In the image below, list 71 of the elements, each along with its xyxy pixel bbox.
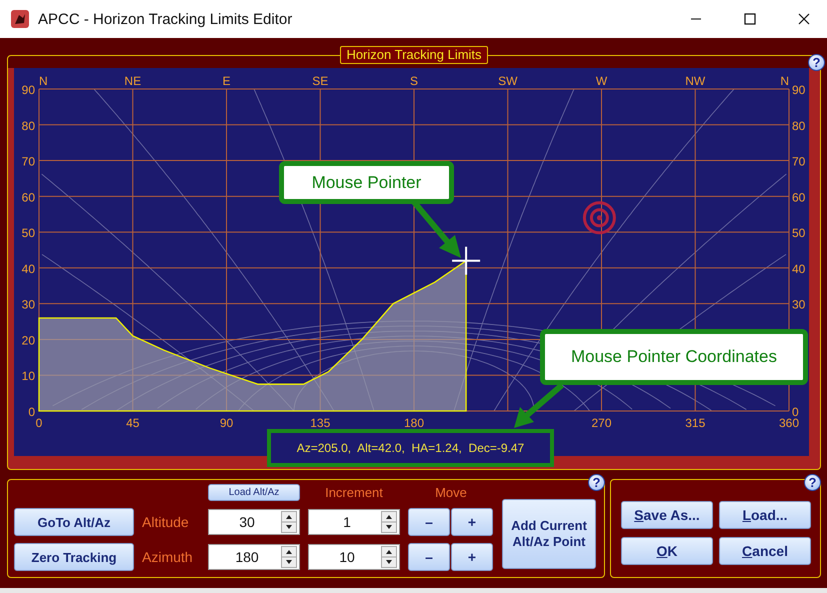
increase-button[interactable]: + [451, 508, 493, 536]
altitude-tick-label: 70 [792, 154, 806, 169]
azimuth-tick-label: 180 [404, 416, 424, 430]
altitude-tick-label: 60 [22, 190, 35, 204]
altitude-tick-label: 30 [22, 298, 35, 312]
altitude-tick-label: 20 [22, 333, 35, 348]
increment-field[interactable]: 10 [308, 544, 400, 570]
altitude-tick-label: 70 [22, 154, 35, 169]
altitude-tick-label: 10 [22, 369, 35, 384]
altitude-tick-label: 80 [792, 118, 806, 133]
altitude-tick-label: 40 [22, 262, 35, 276]
spin-arrows-icon[interactable] [381, 511, 397, 533]
compass-label: NE [124, 74, 142, 88]
compass-label: E [222, 74, 230, 88]
altitude-tick-label: 80 [22, 118, 35, 133]
compass-label: W [596, 74, 608, 88]
number-field[interactable]: 180 [208, 544, 300, 570]
dialog-button[interactable]: Save As... [621, 501, 713, 529]
decrease-button[interactable]: – [408, 508, 450, 536]
coordinates-readout: Az=205.0, Alt=42.0, HA=1.24, Dec=-9.47 [267, 429, 554, 467]
callout-label: Mouse Pointer [279, 161, 454, 204]
compass-label: N [780, 74, 789, 88]
spin-arrows-icon[interactable] [381, 546, 397, 568]
compass-label: S [410, 74, 418, 88]
group-title: Horizon Tracking Limits [340, 46, 488, 64]
dialog-button[interactable]: Load... [719, 501, 811, 529]
app-logo-icon [10, 9, 30, 29]
load-alt-az-button[interactable]: Load Alt/Az [208, 484, 300, 500]
add-point-button[interactable]: Add Current Alt/Az Point [502, 499, 596, 569]
help-button[interactable]: ? [804, 474, 821, 491]
azimuth-tick-label: 45 [126, 416, 140, 430]
compass-label: N [39, 74, 48, 88]
azimuth-tick-label: 270 [591, 416, 612, 430]
column-header: Move [434, 484, 468, 500]
azimuth-tick-label: 360 [778, 416, 800, 430]
decrease-button[interactable]: – [408, 543, 450, 571]
window-title: APCC - Horizon Tracking Limits Editor [38, 10, 294, 28]
azimuth-tick-label: 135 [310, 416, 330, 430]
number-field[interactable]: 30 [208, 509, 300, 535]
azimuth-tick-label: 90 [220, 416, 234, 430]
altitude-tick-label: 0 [28, 405, 35, 419]
field-label: Altitude [142, 514, 190, 530]
altitude-tick-label: 50 [22, 226, 35, 240]
callout-arrow [514, 382, 564, 428]
column-header: Increment [324, 484, 384, 500]
crosshair-cursor-icon [451, 246, 482, 276]
help-button[interactable]: ? [588, 474, 605, 491]
azimuth-tick-label: 0 [36, 416, 42, 430]
dialog-button[interactable]: Cancel [719, 537, 811, 565]
compass-label: SE [312, 74, 328, 88]
altitude-tick-label: 0 [792, 405, 799, 419]
increase-button[interactable]: + [451, 543, 493, 571]
field-label: Azimuth [142, 549, 194, 565]
increment-field[interactable]: 1 [308, 509, 400, 535]
compass-label: NW [685, 74, 706, 88]
altitude-tick-label: 40 [792, 262, 806, 276]
azimuth-tick-label: 315 [685, 416, 706, 430]
altitude-tick-label: 90 [792, 83, 806, 97]
spin-arrows-icon[interactable] [281, 546, 297, 568]
altitude-tick-label: 60 [792, 190, 806, 204]
callout-label: Mouse Pointer Coordinates [540, 329, 808, 385]
help-button[interactable]: ? [808, 54, 825, 71]
spin-arrows-icon[interactable] [281, 511, 297, 533]
dialog-button[interactable]: OK [621, 537, 713, 565]
altitude-tick-label: 30 [792, 298, 806, 312]
target-icon [582, 201, 616, 234]
altitude-tick-label: 90 [22, 83, 35, 97]
zero-tracking-button[interactable]: Zero Tracking [14, 543, 134, 571]
compass-label: SW [498, 74, 518, 88]
altitude-tick-label: 50 [792, 226, 806, 240]
goto-button[interactable]: GoTo Alt/Az [14, 508, 134, 536]
